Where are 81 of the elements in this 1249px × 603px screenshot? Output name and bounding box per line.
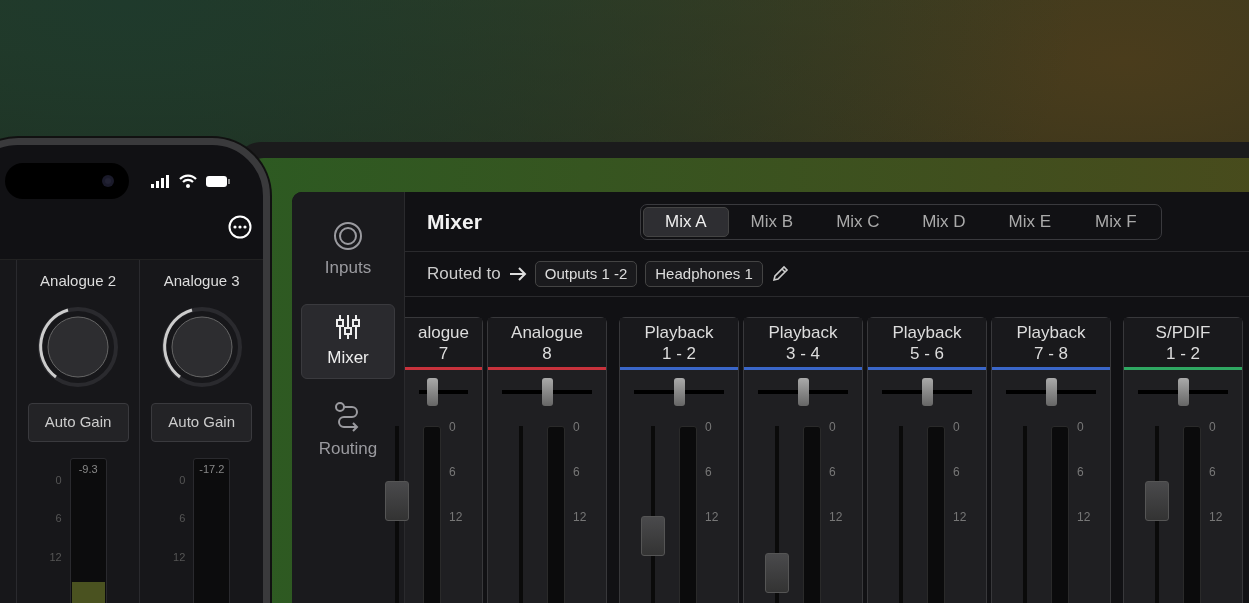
output-chip[interactable]: Headphones 1 [645, 260, 763, 288]
sidebar-item[interactable]: Routing [301, 393, 395, 471]
fader-thumb[interactable] [641, 516, 665, 556]
scale-label: 12 [573, 509, 587, 526]
auto-gain-button[interactable]: Auto Gain [151, 402, 253, 442]
channel-name: Playback [767, 322, 839, 343]
sliders-icon [335, 312, 361, 341]
scale-label: 12 [1077, 509, 1091, 526]
pan-slider-thumb[interactable] [921, 378, 933, 406]
target-rings-icon [333, 221, 363, 251]
scale-label: 0 [55, 472, 62, 488]
mix-tab[interactable]: Mix F [1072, 206, 1159, 237]
pan-slider-thumb[interactable] [673, 378, 685, 406]
pencil-icon[interactable] [770, 265, 789, 283]
channel-name: Playback [891, 322, 963, 343]
fader-thumb[interactable] [1145, 480, 1169, 521]
scale-label: 0 [705, 419, 713, 436]
channel-name: Analogue 2 [40, 271, 116, 291]
scale-label: 12 [173, 549, 186, 565]
meter-reading: -17.2 [199, 461, 225, 477]
pan-slider-thumb[interactable] [1045, 378, 1057, 406]
scale-label: 6 [829, 464, 837, 481]
mix-tab[interactable]: Mix E [986, 206, 1073, 237]
channel-number: 8 [541, 343, 553, 364]
channel-name: alogue [416, 322, 471, 343]
channel-name: S/PDIF [1154, 322, 1212, 343]
meter-reading: -9.3 [78, 461, 98, 477]
auto-gain-button[interactable]: Auto Gain [27, 402, 129, 442]
channel-number: 5 - 6 [909, 343, 945, 364]
scale-label: 6 [179, 511, 186, 526]
scale-label: 6 [1077, 464, 1085, 481]
channel-number: 3 - 4 [785, 343, 821, 364]
scale-label: 12 [49, 549, 62, 565]
channel-number: 1 - 2 [661, 343, 697, 364]
battery-icon [205, 174, 231, 188]
mix-tab[interactable]: Mix D [900, 206, 987, 237]
scale-label: 6 [705, 464, 713, 481]
scale-label: 6 [953, 464, 961, 481]
more-options-icon[interactable] [228, 215, 252, 239]
gain-knob[interactable] [36, 304, 121, 389]
pan-slider-thumb[interactable] [541, 378, 553, 406]
fader-thumb[interactable] [765, 553, 789, 594]
mix-tab[interactable]: Mix B [728, 206, 815, 237]
gain-knob[interactable] [159, 304, 244, 389]
sidebar-item[interactable]: Mixer [301, 303, 395, 379]
fader-thumb[interactable] [385, 480, 409, 521]
scale-label: 0 [449, 419, 457, 436]
scale-label: 0 [953, 419, 961, 436]
scale-label: 12 [705, 509, 719, 526]
scale-label: 0 [829, 419, 837, 436]
scale-label: 6 [1209, 464, 1217, 481]
channel-name: Playback [643, 322, 715, 343]
pan-slider-thumb[interactable] [1177, 378, 1189, 406]
sidebar-item[interactable]: Inputs [301, 212, 395, 290]
page-title: Mixer [427, 208, 482, 235]
channel-name: Analogue 3 [163, 271, 240, 291]
signal-icon [151, 174, 171, 188]
scale-label: 0 [1077, 419, 1085, 436]
scale-label: 0 [573, 419, 581, 436]
channel-number: 1 - 2 [1165, 343, 1201, 364]
pan-slider-thumb[interactable] [797, 378, 809, 406]
scale-label: 0 [1209, 419, 1217, 436]
scale-label: 6 [573, 464, 581, 481]
channel-number: 7 - 8 [1033, 343, 1069, 364]
channel-name: Playback [1015, 322, 1087, 343]
arrow-right-icon [508, 267, 527, 281]
channel-number: 7 [437, 343, 450, 364]
routed-label: Routed to [427, 263, 501, 286]
scale-label: 6 [449, 464, 457, 481]
pan-slider-thumb[interactable] [426, 378, 438, 406]
mix-tab[interactable]: Mix C [814, 206, 901, 237]
scale-label: 12 [449, 509, 463, 526]
channel-name: Analogue [510, 322, 584, 343]
scale-label: 12 [1209, 509, 1223, 526]
camera-icon [101, 174, 115, 188]
wifi-icon [179, 174, 197, 188]
output-chip[interactable]: Outputs 1 -2 [534, 260, 638, 288]
scale-label: 12 [829, 509, 843, 526]
scale-label: 6 [55, 511, 62, 526]
mix-tab[interactable]: Mix A [642, 206, 729, 237]
scale-label: 12 [953, 509, 967, 526]
